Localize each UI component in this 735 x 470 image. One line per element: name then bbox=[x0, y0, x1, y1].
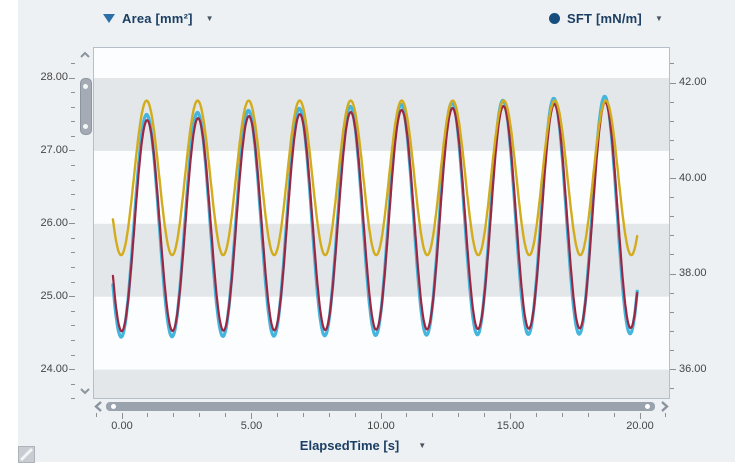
sft-series-circle-icon bbox=[549, 13, 560, 24]
chevron-up-icon bbox=[81, 53, 89, 57]
chevron-down-icon[interactable]: ▼ bbox=[206, 14, 214, 23]
x-axis-title-dropdown[interactable]: ElapsedTime [s] ▼ bbox=[93, 438, 633, 453]
scroll-down-button[interactable] bbox=[78, 385, 92, 398]
scroll-up-button[interactable] bbox=[78, 49, 92, 62]
legend-sft-label: SFT [mN/m] bbox=[567, 11, 642, 26]
vertical-scrollbar-thumb[interactable] bbox=[80, 78, 92, 135]
x-axis-title: ElapsedTime [s] bbox=[300, 438, 399, 453]
legend-sft-dropdown[interactable]: SFT [mN/m] ▼ bbox=[549, 8, 663, 28]
legend-area-label: Area [mm²] bbox=[122, 11, 193, 26]
plot-area[interactable] bbox=[93, 47, 670, 399]
scroll-left-button[interactable] bbox=[93, 400, 105, 413]
area-series-triangle-icon bbox=[103, 14, 115, 23]
chevron-down-icon[interactable]: ▼ bbox=[418, 441, 426, 450]
horizontal-scrollbar[interactable] bbox=[93, 400, 670, 413]
grip-diagonal-icon bbox=[21, 449, 32, 460]
vertical-scrollbar[interactable] bbox=[78, 49, 92, 398]
horizontal-scrollbar-thumb[interactable] bbox=[106, 402, 655, 411]
chevron-left-icon bbox=[96, 402, 101, 411]
resize-grip[interactable] bbox=[18, 446, 35, 463]
chevron-right-icon bbox=[662, 402, 667, 411]
chevron-down-icon bbox=[81, 389, 89, 393]
chevron-down-icon[interactable]: ▼ bbox=[655, 14, 663, 23]
scroll-right-button[interactable] bbox=[658, 400, 670, 413]
chart-widget: Area [mm²] ▼ SFT [mN/m] ▼ 24.0025.0026.0… bbox=[0, 0, 735, 470]
legend-area-dropdown[interactable]: Area [mm²] ▼ bbox=[103, 8, 214, 28]
